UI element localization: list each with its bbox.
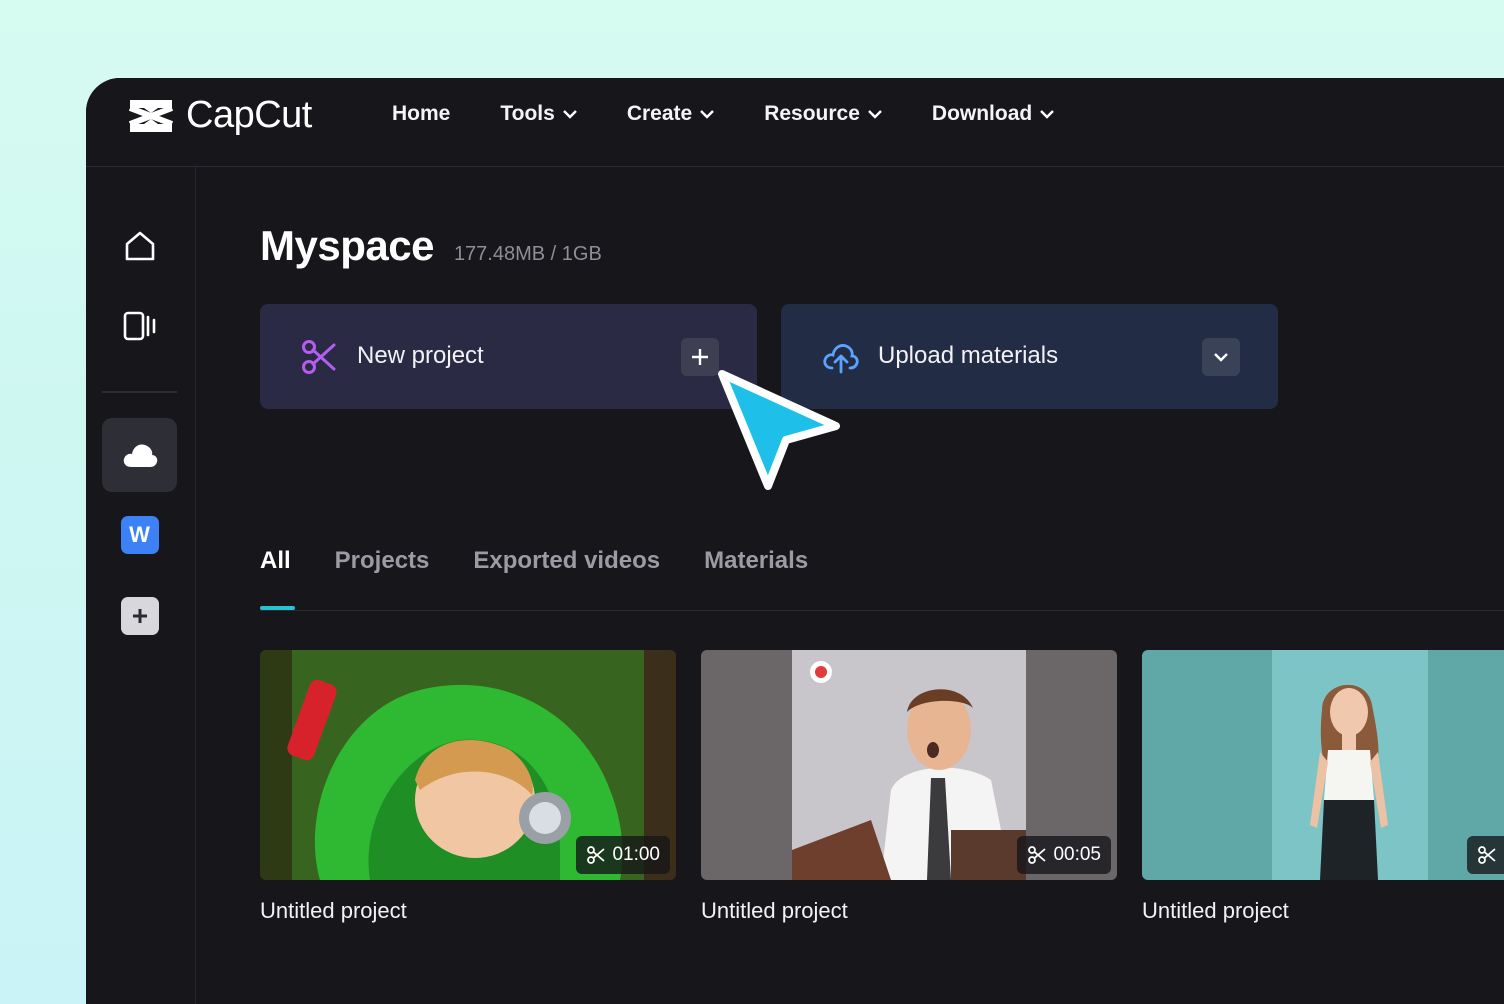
- duration-text: 00:05: [1053, 844, 1101, 865]
- tab-exported-videos[interactable]: Exported videos: [473, 547, 660, 575]
- w-app-icon: W: [120, 516, 159, 554]
- content-tabs: All Projects Exported videos Materials: [260, 547, 852, 575]
- top-nav-bar: CapCut Home Tools Create Resource Downlo…: [86, 78, 1504, 167]
- scissors-icon: [1478, 846, 1497, 864]
- storage-usage: 177.48MB / 1GB: [453, 243, 602, 265]
- nav-create-label: Create: [626, 102, 693, 125]
- sidebar-item-add[interactable]: [102, 579, 177, 653]
- page-header: Myspace 177.48MB / 1GB: [260, 222, 602, 270]
- nav-download-label: Download: [931, 102, 1033, 125]
- scissors-icon: [587, 846, 606, 864]
- upload-materials-button[interactable]: Upload materials: [781, 304, 1278, 409]
- woman-portrait-thumbnail-image: [1142, 650, 1504, 880]
- scissors-icon: [302, 340, 336, 374]
- capcut-logo[interactable]: CapCut: [126, 94, 312, 137]
- project-title[interactable]: Untitled project: [701, 898, 848, 924]
- project-title[interactable]: Untitled project: [260, 898, 407, 924]
- add-project-button[interactable]: [681, 338, 719, 376]
- chevron-down-icon: [1040, 109, 1055, 119]
- sidebar-divider: [102, 391, 177, 393]
- plus-icon: [692, 349, 708, 365]
- sidebar-item-home[interactable]: [102, 209, 177, 283]
- tab-all[interactable]: All: [260, 547, 291, 575]
- nav-home[interactable]: Home: [392, 102, 450, 126]
- sidebar: W: [86, 167, 196, 1004]
- tab-projects[interactable]: Projects: [335, 547, 430, 575]
- capcut-logo-icon: [128, 99, 174, 132]
- tabs-divider: [260, 610, 1504, 611]
- duration-badge: 00:05: [1017, 836, 1111, 874]
- mouse-pointer-icon: [718, 370, 840, 490]
- scissors-icon: [1028, 846, 1047, 864]
- nav-create[interactable]: Create: [626, 102, 715, 126]
- upload-options-dropdown[interactable]: [1202, 338, 1240, 376]
- project-thumbnail[interactable]: 01:00: [260, 650, 676, 880]
- main-content: Myspace 177.48MB / 1GB New project Uploa…: [260, 167, 1504, 1004]
- cloud-icon: [123, 444, 157, 467]
- chevron-down-icon: [700, 109, 715, 119]
- nav-resource[interactable]: Resource: [764, 102, 882, 126]
- sidebar-item-cloud[interactable]: [102, 418, 177, 492]
- nav-resource-label: Resource: [764, 102, 860, 125]
- project-thumbnail[interactable]: 00:05: [701, 650, 1117, 880]
- chevron-down-icon: [562, 109, 577, 119]
- tab-materials[interactable]: Materials: [704, 547, 808, 575]
- home-icon: [125, 231, 154, 261]
- chevron-down-icon: [868, 109, 882, 119]
- add-icon: [120, 597, 159, 635]
- page-title: Myspace: [260, 222, 434, 269]
- nav-tools[interactable]: Tools: [500, 102, 577, 126]
- new-project-label: New project: [357, 342, 484, 369]
- project-thumbnail[interactable]: 0: [1142, 650, 1504, 880]
- sidebar-item-w-app[interactable]: W: [102, 498, 177, 572]
- duration-text: 01:00: [612, 844, 660, 865]
- app-name: CapCut: [186, 94, 312, 136]
- nav-download[interactable]: Download: [931, 102, 1055, 126]
- video-panel-icon: [123, 311, 155, 341]
- duration-badge: 0: [1467, 836, 1504, 874]
- main-nav: Home Tools Create Resource Download: [392, 102, 1104, 126]
- sidebar-item-video[interactable]: [102, 289, 177, 363]
- chevron-down-icon: [1214, 353, 1228, 362]
- project-title[interactable]: Untitled project: [1142, 898, 1289, 924]
- app-window: CapCut Home Tools Create Resource Downlo…: [86, 78, 1504, 1004]
- upload-materials-label: Upload materials: [878, 342, 1059, 369]
- duration-badge: 01:00: [576, 836, 670, 874]
- nav-home-label: Home: [392, 102, 451, 125]
- nav-tools-label: Tools: [500, 102, 555, 125]
- new-project-button[interactable]: New project: [260, 304, 757, 409]
